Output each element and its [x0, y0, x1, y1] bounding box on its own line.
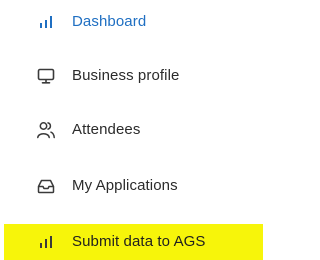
sidebar-item-submit-data[interactable]: Submit data to AGS: [0, 224, 263, 260]
sidebar-item-label: Business profile: [72, 67, 180, 84]
sidebar-item-label: Submit data to AGS: [72, 233, 206, 250]
monitor-icon: [34, 64, 58, 88]
bar-chart-icon: [34, 10, 58, 34]
users-icon: [34, 118, 58, 142]
sidebar-nav: Dashboard Business profile Attendees My …: [0, 0, 263, 260]
sidebar-item-dashboard[interactable]: Dashboard: [0, 4, 263, 40]
sidebar-item-business-profile[interactable]: Business profile: [0, 58, 263, 94]
bar-chart-icon: [34, 230, 58, 254]
sidebar-item-label: Dashboard: [72, 13, 147, 30]
sidebar-item-label: Attendees: [72, 121, 141, 138]
sidebar-item-attendees[interactable]: Attendees: [0, 112, 263, 148]
sidebar-item-label: My Applications: [72, 177, 178, 194]
sidebar-item-my-applications[interactable]: My Applications: [0, 168, 263, 204]
inbox-icon: [34, 174, 58, 198]
